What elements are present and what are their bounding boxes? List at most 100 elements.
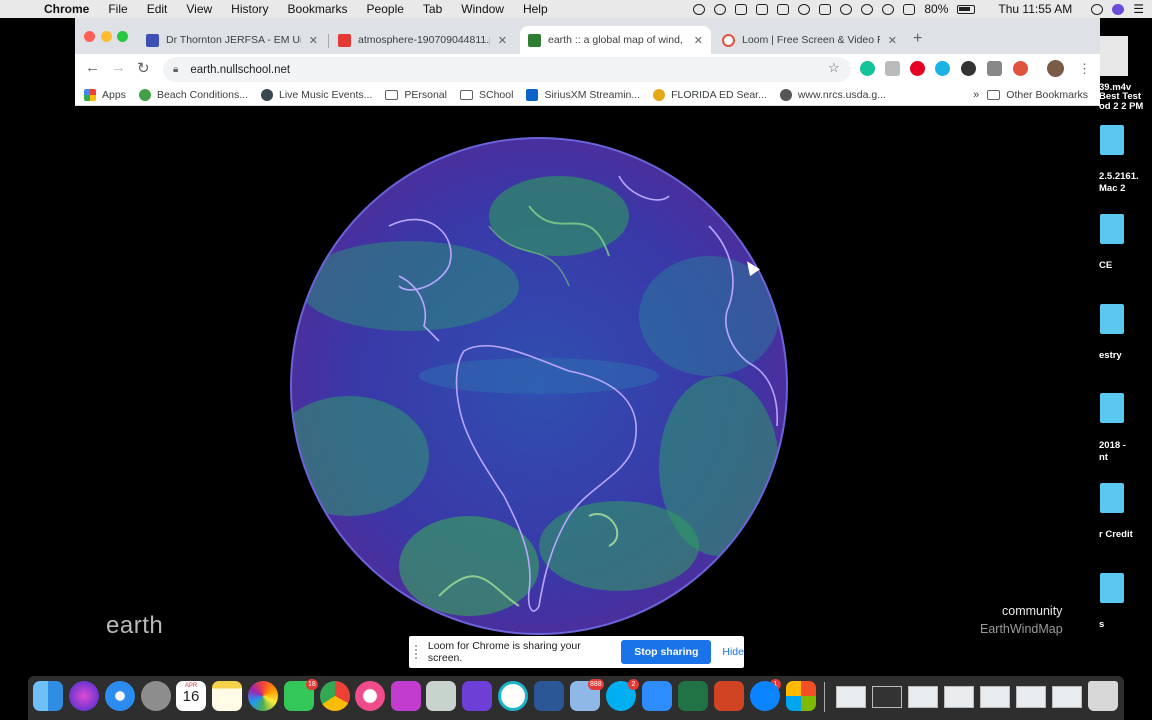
earthwindmap-link[interactable]: EarthWindMap — [980, 622, 1063, 636]
tab-loom[interactable]: Loom | Free Screen & Video Re ✕ — [714, 26, 905, 54]
w-app-icon[interactable] — [498, 681, 528, 711]
battery-icon[interactable] — [957, 4, 976, 14]
reload-button[interactable]: ↻ — [137, 59, 150, 77]
bluetooth-icon[interactable] — [861, 3, 874, 15]
wifi-icon[interactable] — [882, 3, 895, 15]
desktop-folder-icon[interactable] — [1100, 304, 1124, 334]
pear-deck-icon[interactable] — [462, 681, 492, 711]
siri-icon[interactable] — [1112, 3, 1125, 15]
spotlight-search-icon[interactable] — [1091, 3, 1104, 15]
menubar-clock[interactable]: Thu 11:55 AM — [998, 2, 1072, 16]
minimized-window-thumbnail[interactable] — [944, 686, 974, 708]
bookmark-live-music[interactable]: Live Music Events... — [261, 88, 372, 101]
excel-icon[interactable] — [678, 681, 708, 711]
bookmark-siriusxm[interactable]: SiriusXM Streamin... — [526, 88, 640, 101]
calendar-icon[interactable]: APR 16 — [176, 681, 206, 711]
microsoft-store-icon[interactable] — [786, 681, 816, 711]
tab-close-icon[interactable]: ✕ — [694, 34, 703, 47]
window-close-button[interactable] — [84, 31, 95, 42]
yahoo-icon[interactable] — [391, 681, 421, 711]
new-tab-button[interactable]: + — [913, 30, 922, 48]
bookmark-beach-conditions[interactable]: Beach Conditions... — [138, 88, 248, 101]
finder-icon[interactable] — [33, 681, 63, 711]
bookmark-apps[interactable]: Apps — [84, 88, 126, 101]
extension-icon[interactable] — [885, 61, 900, 76]
desktop-file-icon[interactable] — [1100, 36, 1128, 76]
notes-icon[interactable] — [212, 681, 242, 711]
menu-help[interactable]: Help — [523, 2, 548, 16]
safari-icon[interactable] — [105, 681, 135, 711]
pinterest-extension-icon[interactable] — [910, 61, 925, 76]
screen-share-icon[interactable] — [777, 3, 790, 15]
menu-people[interactable]: People — [367, 2, 404, 16]
hide-button[interactable]: Hide — [722, 646, 744, 658]
powerpoint-icon[interactable] — [714, 681, 744, 711]
drag-handle-icon[interactable] — [415, 645, 421, 659]
menu-bookmarks[interactable]: Bookmarks — [288, 2, 348, 16]
menu-view[interactable]: View — [186, 2, 212, 16]
tab-thornton[interactable]: Dr Thornton JERFSA - EM Unit ✕ — [138, 26, 326, 54]
word-icon[interactable] — [534, 681, 564, 711]
tab-atmosphere-pdf[interactable]: atmosphere-190709044811.pd ✕ — [330, 26, 515, 54]
other-bookmarks[interactable]: Other Bookmarks — [987, 89, 1088, 101]
menu-window[interactable]: Window — [461, 2, 504, 16]
profile-avatar[interactable] — [1047, 60, 1064, 77]
menu-edit[interactable]: Edit — [147, 2, 168, 16]
photos-icon[interactable] — [248, 681, 278, 711]
itunes-icon[interactable] — [355, 681, 385, 711]
accessibility-icon[interactable] — [840, 3, 853, 15]
creative-cloud-icon[interactable] — [714, 3, 727, 15]
loom-extension-icon[interactable] — [1013, 61, 1028, 76]
desktop-folder-icon[interactable] — [1100, 393, 1124, 423]
forward-button[interactable]: → — [111, 59, 126, 76]
notification-center-icon[interactable]: ☰ — [1133, 2, 1144, 16]
address-bar[interactable]: 🔒︎ earth.nullschool.net — [163, 57, 851, 82]
bookmark-folder-personal[interactable]: PErsonal — [385, 89, 447, 101]
eye-extension-icon[interactable] — [961, 61, 976, 76]
stop-sharing-button[interactable]: Stop sharing — [621, 640, 712, 664]
minimized-window-thumbnail[interactable] — [836, 686, 866, 708]
bookmark-star-icon[interactable]: ☆ — [828, 60, 840, 76]
tab-close-icon[interactable]: ✕ — [888, 34, 897, 47]
cloud-extension-icon[interactable] — [935, 61, 950, 76]
menu-file[interactable]: File — [108, 2, 127, 16]
record-icon[interactable] — [756, 3, 769, 15]
desktop-folder-icon[interactable] — [1100, 125, 1124, 155]
tab-earth-active[interactable]: earth :: a global map of wind, w ✕ — [520, 26, 711, 54]
messenger-icon[interactable] — [750, 681, 780, 711]
do-not-disturb-icon[interactable] — [798, 3, 811, 15]
menu-tab[interactable]: Tab — [423, 2, 442, 16]
desktop-folder-icon[interactable] — [1100, 573, 1124, 603]
bookmark-florida-ed[interactable]: FLORIDA ED Sear... — [653, 88, 767, 101]
earth-menu-title[interactable]: earth — [106, 612, 163, 640]
tab-close-icon[interactable]: ✕ — [498, 34, 507, 47]
menu-app-name[interactable]: Chrome — [44, 2, 89, 16]
launchpad-icon[interactable] — [141, 681, 171, 711]
battery-percent[interactable]: 80% — [924, 2, 948, 16]
microphone-icon[interactable] — [693, 3, 706, 15]
minimized-window-thumbnail[interactable] — [1016, 686, 1046, 708]
chrome-icon[interactable] — [320, 681, 350, 711]
trash-icon[interactable] — [1088, 681, 1118, 711]
chrome-menu-icon[interactable]: ⋮ — [1078, 61, 1091, 77]
zoom-icon[interactable] — [642, 681, 672, 711]
scissors-app-icon[interactable] — [426, 681, 456, 711]
bookmark-folder-school[interactable]: SChool — [459, 89, 513, 101]
menu-history[interactable]: History — [231, 2, 268, 16]
minimized-window-thumbnail[interactable] — [872, 686, 902, 708]
time-machine-icon[interactable] — [819, 3, 832, 15]
info-icon[interactable]: 🔒︎ — [173, 64, 178, 75]
minimized-window-thumbnail[interactable] — [908, 686, 938, 708]
cloud-sync-icon[interactable] — [735, 3, 748, 15]
wind-globe-map[interactable] — [289, 136, 789, 636]
minimized-window-thumbnail[interactable] — [1052, 686, 1082, 708]
desktop-folder-icon[interactable] — [1100, 214, 1124, 244]
grid-extension-icon[interactable] — [987, 61, 1002, 76]
desktop-folder-icon[interactable] — [1100, 483, 1124, 513]
grammarly-extension-icon[interactable] — [860, 61, 875, 76]
siri-icon[interactable] — [69, 681, 99, 711]
window-zoom-button[interactable] — [117, 31, 128, 42]
bookmarks-overflow-button[interactable]: » — [973, 89, 979, 101]
tab-close-icon[interactable]: ✕ — [309, 34, 318, 47]
back-button[interactable]: ← — [85, 59, 100, 76]
